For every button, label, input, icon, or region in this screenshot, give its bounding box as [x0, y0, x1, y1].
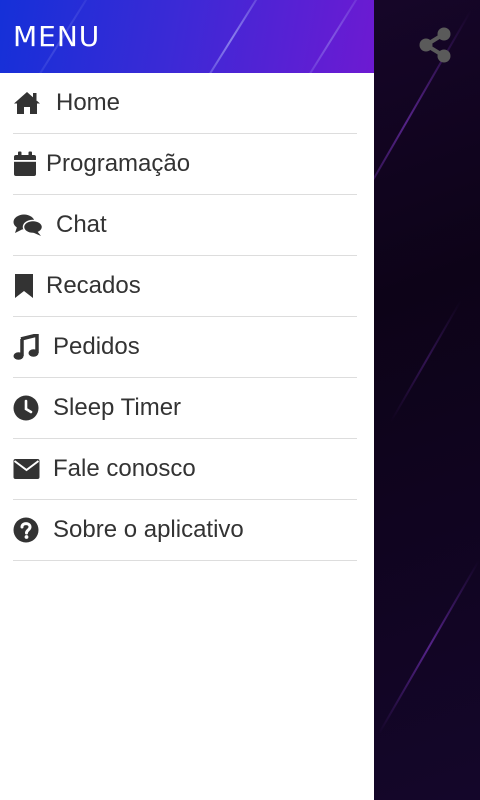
app-screen: MENU Home Programação Chat Recados Pedid… — [0, 0, 480, 800]
menu-item-label: Programação — [46, 150, 191, 177]
calendar-icon — [13, 151, 43, 177]
menu-item-label: Recados — [46, 272, 141, 299]
header-streak — [287, 0, 374, 73]
menu-item-sobre[interactable]: Sobre o aplicativo — [13, 500, 357, 561]
menu-list: Home Programação Chat Recados Pedidos Sl… — [0, 73, 374, 561]
menu-item-label: Home — [56, 89, 121, 116]
menu-item-label: Sobre o aplicativo — [53, 516, 244, 543]
clock-icon — [13, 395, 43, 421]
menu-item-label: Pedidos — [53, 333, 140, 360]
background-streak — [390, 300, 462, 423]
navigation-drawer: MENU Home Programação Chat Recados Pedid… — [0, 0, 374, 800]
menu-item-chat[interactable]: Chat — [13, 195, 357, 256]
menu-item-programacao[interactable]: Programação — [13, 134, 357, 195]
menu-item-label: Chat — [56, 211, 107, 238]
home-icon — [13, 90, 43, 116]
menu-item-fale-conosco[interactable]: Fale conosco — [13, 439, 357, 500]
bookmark-icon — [13, 273, 43, 299]
menu-item-label: Fale conosco — [53, 455, 196, 482]
menu-item-home[interactable]: Home — [13, 73, 357, 134]
chat-icon — [13, 212, 43, 238]
menu-item-sleep-timer[interactable]: Sleep Timer — [13, 378, 357, 439]
drawer-title: MENU — [13, 20, 101, 53]
menu-item-label: Sleep Timer — [53, 394, 182, 421]
music-icon — [13, 334, 43, 360]
background-streak — [378, 560, 480, 735]
question-icon — [13, 517, 43, 543]
menu-item-recados[interactable]: Recados — [13, 256, 357, 317]
share-icon — [418, 27, 452, 68]
share-button[interactable] — [416, 27, 454, 68]
drawer-header: MENU — [0, 0, 374, 73]
header-streak — [187, 0, 275, 73]
envelope-icon — [13, 456, 43, 482]
menu-item-pedidos[interactable]: Pedidos — [13, 317, 357, 378]
